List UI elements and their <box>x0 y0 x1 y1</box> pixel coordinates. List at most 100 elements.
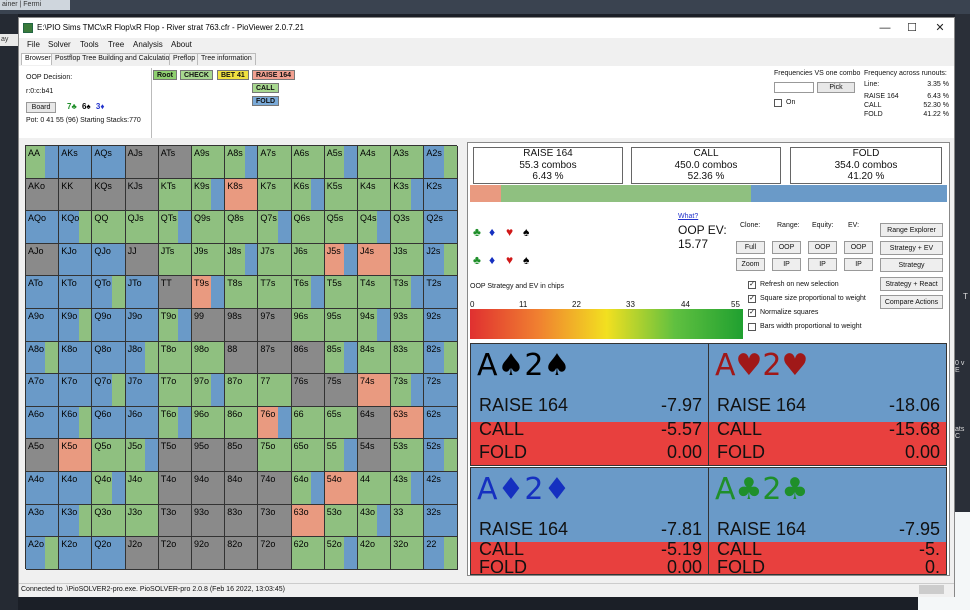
hand-cell[interactable]: T7s <box>258 276 292 309</box>
hand-cell[interactable]: A8s <box>225 146 259 179</box>
hand-cell[interactable]: 64s <box>358 406 392 440</box>
hand-cell[interactable]: ATs <box>158 146 192 179</box>
hand-cell[interactable]: 74s <box>358 374 392 407</box>
hand-cell[interactable]: A2s <box>424 146 458 179</box>
hand-cell[interactable]: 94s <box>358 309 392 342</box>
hand-cell[interactable]: K7s <box>258 178 292 212</box>
hand-cell[interactable]: K4s <box>358 178 392 212</box>
hand-cell[interactable]: 73o <box>258 504 292 538</box>
tree-call[interactable]: CALL <box>252 83 279 93</box>
hand-cell[interactable]: K5o <box>59 439 93 472</box>
hand-cell[interactable]: 86s <box>291 341 325 375</box>
hand-cell[interactable]: T3o <box>158 504 192 538</box>
filter-club-icon[interactable]: ♣ <box>473 253 481 267</box>
hand-cell[interactable]: 33 <box>391 504 425 538</box>
hand-cell[interactable]: T4s <box>358 276 392 309</box>
hand-cell[interactable]: 84s <box>358 341 392 375</box>
hand-cell[interactable]: 97o <box>192 374 226 407</box>
ev-oop-button[interactable]: OOP <box>844 241 873 254</box>
hand-cell[interactable]: 94o <box>192 472 226 505</box>
hand-cell[interactable]: J9o <box>125 309 159 342</box>
hand-cell[interactable]: T4o <box>158 472 192 505</box>
equity-oop-button[interactable]: OOP <box>808 241 837 254</box>
range-oop-button[interactable]: OOP <box>772 241 801 254</box>
hand-cell[interactable]: Q6s <box>291 211 325 244</box>
hand-cell[interactable]: T5o <box>158 439 192 472</box>
hand-cell[interactable]: Q9s <box>192 211 226 244</box>
hand-cell[interactable]: K9s <box>192 178 226 212</box>
tree-raise[interactable]: RAISE 164 <box>252 70 296 80</box>
hand-cell[interactable]: 92o <box>192 537 226 570</box>
hand-cell[interactable]: AKs <box>59 146 93 179</box>
hand-cell[interactable]: 43s <box>391 472 425 505</box>
menu-file[interactable]: File <box>27 40 40 49</box>
hand-cell[interactable]: 72o <box>258 537 292 570</box>
hand-cell[interactable]: KQo <box>59 211 93 244</box>
hand-cell[interactable]: K6s <box>291 178 325 212</box>
tree-bet[interactable]: BET 41 <box>217 70 249 80</box>
what-link[interactable]: What? <box>678 213 698 220</box>
hand-cell[interactable]: A4s <box>358 146 392 179</box>
hand-cell[interactable]: Q5s <box>324 211 358 244</box>
hand-cell[interactable]: T3s <box>391 276 425 309</box>
hand-cell[interactable]: JJ <box>125 243 159 277</box>
hand-cell[interactable]: 76o <box>258 406 292 440</box>
hand-cell[interactable]: Q4o <box>92 472 126 505</box>
hand-cell[interactable]: TT <box>158 276 192 309</box>
hand-cell[interactable]: Q3s <box>391 211 425 244</box>
hand-cell[interactable]: J7o <box>125 374 159 407</box>
hand-cell[interactable]: KK <box>59 178 93 212</box>
hand-cell[interactable]: 54o <box>324 472 358 505</box>
hand-cell[interactable]: 22 <box>424 537 458 570</box>
hand-cell[interactable]: 77 <box>258 374 292 407</box>
hand-cell[interactable]: Q5o <box>92 439 126 472</box>
hand-cell[interactable]: Q7o <box>92 374 126 407</box>
hand-cell[interactable]: J9s <box>192 243 226 277</box>
hand-cell[interactable]: K2o <box>59 537 93 570</box>
hand-cell[interactable]: 63o <box>291 504 325 538</box>
hand-cell[interactable]: J2o <box>125 537 159 570</box>
hand-cell[interactable]: 32o <box>391 537 425 570</box>
tree-root[interactable]: Root <box>153 70 177 80</box>
filter-diamond-icon[interactable]: ♦ <box>489 253 495 267</box>
hand-cell[interactable]: KQs <box>92 178 126 212</box>
hand-cell[interactable]: 42o <box>358 537 392 570</box>
close-button[interactable]: ✕ <box>933 21 947 35</box>
zoom-button[interactable]: Zoom <box>736 258 765 271</box>
hand-cell[interactable]: Q9o <box>92 309 126 342</box>
hand-cell[interactable]: KJs <box>125 178 159 212</box>
action-call-box[interactable]: CALL 450.0 combos 52.36 % <box>631 147 781 184</box>
menu-about[interactable]: About <box>171 40 192 49</box>
filter-spade-icon[interactable]: ♠ <box>523 225 529 239</box>
hand-cell[interactable]: 64o <box>291 472 325 505</box>
menu-solver[interactable]: Solver <box>48 40 71 49</box>
hand-cell[interactable]: A3s <box>391 146 425 179</box>
tree-fold[interactable]: FOLD <box>252 96 280 106</box>
hand-cell[interactable]: 96o <box>192 406 226 440</box>
hand-cell[interactable]: J6s <box>291 243 325 277</box>
hand-cell[interactable]: Q2o <box>92 537 126 570</box>
range-ip-button[interactable]: IP <box>772 258 801 271</box>
hand-cell[interactable]: J2s <box>424 243 458 277</box>
filter-heart-icon[interactable]: ♥ <box>506 225 513 239</box>
tab-postflop[interactable]: Postflop Tree Building and Calculations <box>51 53 181 65</box>
hand-cell[interactable]: T2s <box>424 276 458 309</box>
hand-cell[interactable]: 95s <box>324 309 358 342</box>
hand-cell[interactable]: QTs <box>158 211 192 244</box>
hand-cell[interactable]: A7s <box>258 146 292 179</box>
hand-cell[interactable]: T8o <box>158 341 192 375</box>
hand-cell[interactable]: 98o <box>192 341 226 375</box>
board-button[interactable]: Board <box>26 102 56 113</box>
hand-cell[interactable]: Q7s <box>258 211 292 244</box>
hand-cell[interactable]: 53s <box>391 439 425 472</box>
hand-cell[interactable]: J3o <box>125 504 159 538</box>
hand-cell[interactable]: 87s <box>258 341 292 375</box>
hand-cell[interactable]: 92s <box>424 309 458 342</box>
hand-cell[interactable]: 52o <box>324 537 358 570</box>
hand-cell[interactable]: K3s <box>391 178 425 212</box>
hand-cell[interactable]: 93o <box>192 504 226 538</box>
hand-cell[interactable]: 76s <box>291 374 325 407</box>
hand-cell[interactable]: T6s <box>291 276 325 309</box>
hand-cell[interactable]: 65o <box>291 439 325 472</box>
hand-cell[interactable]: K4o <box>59 472 93 505</box>
